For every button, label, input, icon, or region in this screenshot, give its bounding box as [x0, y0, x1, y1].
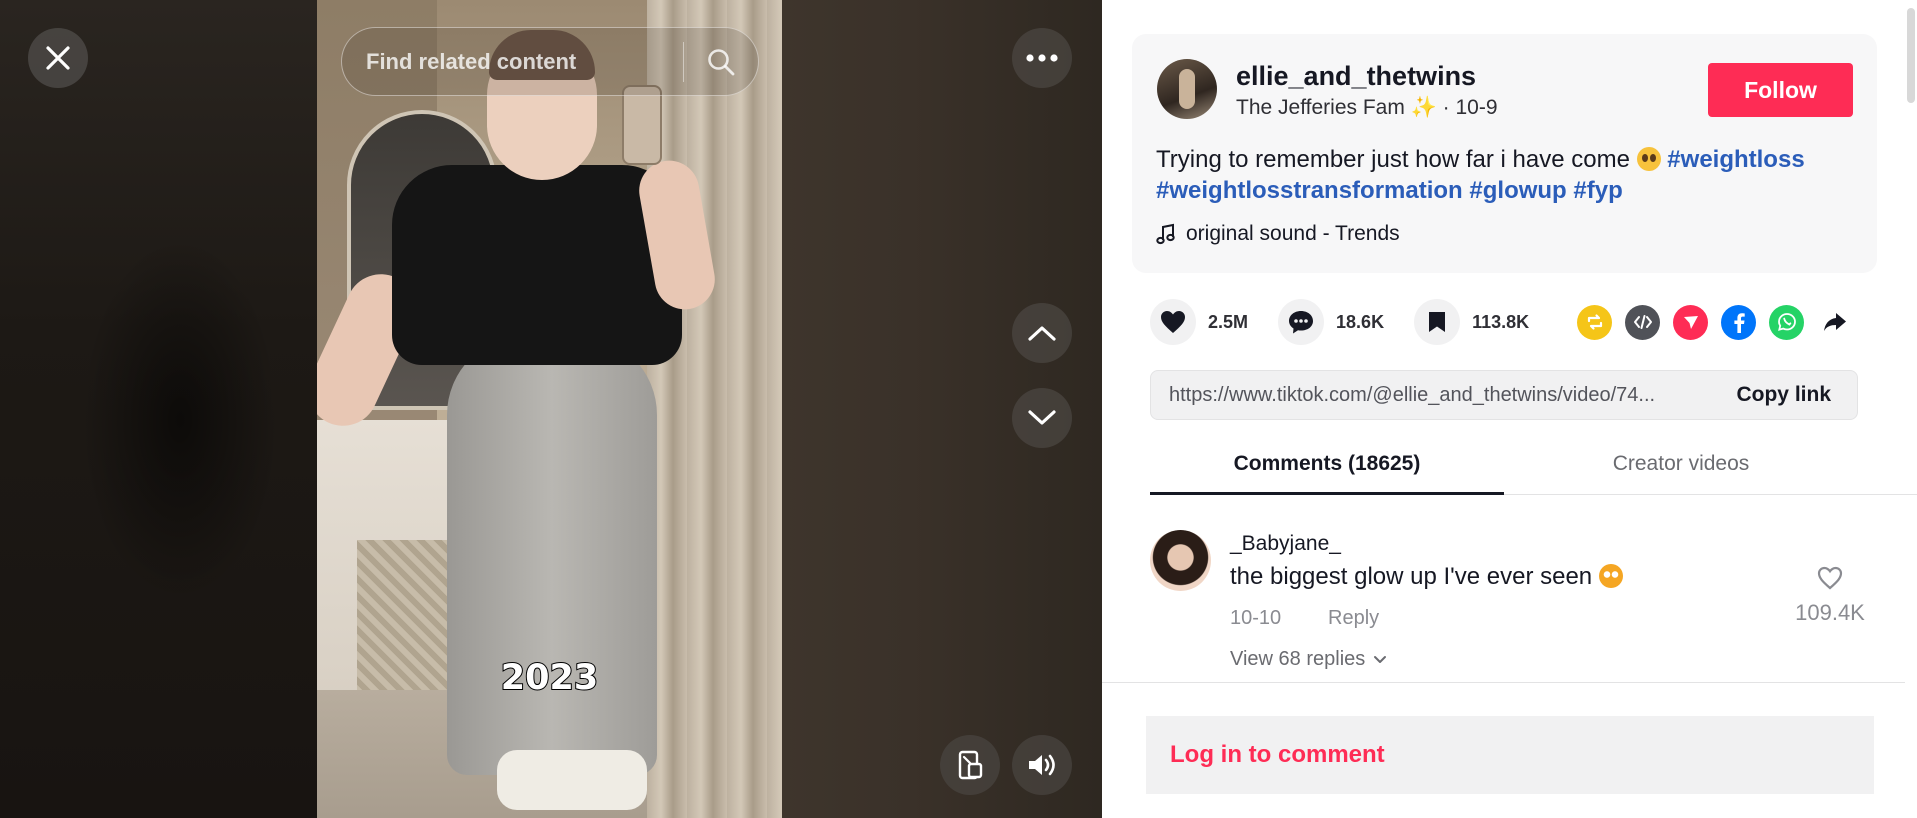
video-blur-background-left: [0, 0, 317, 818]
post-date: 10-9: [1455, 96, 1498, 119]
video-player[interactable]: 2023: [0, 0, 1102, 818]
video-description: Trying to remember just how far i have c…: [1156, 144, 1856, 206]
bookmark-icon: [1429, 312, 1446, 332]
reply-button[interactable]: Reply: [1328, 607, 1379, 630]
whatsapp-icon: [1777, 313, 1796, 331]
hashtag-link[interactable]: #glowup: [1469, 177, 1566, 204]
hashtag-link[interactable]: #weightlosstransformation: [1156, 177, 1463, 204]
facebook-icon: [1734, 313, 1745, 333]
volume-icon: [1029, 754, 1055, 776]
details-panel: ellie_and_thetwins The Jefferies Fam ✨ ·…: [1102, 0, 1917, 818]
description-text: Trying to remember just how far i have c…: [1156, 146, 1630, 173]
like-button[interactable]: 2.5M: [1150, 299, 1248, 345]
divider: [1102, 682, 1905, 683]
view-replies-button[interactable]: View 68 replies: [1230, 648, 1387, 671]
author-card: ellie_and_thetwins The Jefferies Fam ✨ ·…: [1132, 34, 1877, 273]
heart-icon: [1161, 311, 1185, 333]
chevron-up-icon: [1028, 326, 1056, 341]
embed-button[interactable]: [1625, 304, 1661, 340]
repost-icon: [1587, 314, 1602, 330]
video-link-box: https://www.tiktok.com/@ellie_and_thetwi…: [1150, 370, 1858, 420]
hashtag-link[interactable]: #fyp: [1573, 177, 1622, 204]
comment-like-button[interactable]: 109.4K: [1790, 565, 1870, 626]
panel-tabs: Comments (18625) Creator videos: [1150, 448, 1917, 495]
music-note-icon: [1156, 223, 1175, 245]
search-input[interactable]: [342, 28, 683, 95]
video-link-url[interactable]: https://www.tiktok.com/@ellie_and_thetwi…: [1151, 384, 1710, 407]
search-bar[interactable]: [341, 27, 759, 96]
previous-video-button[interactable]: [1012, 303, 1072, 363]
picture-in-picture-icon: [958, 750, 983, 780]
actions-row: 2.5M 18.6K 113.8K: [1150, 298, 1865, 346]
save-button[interactable]: 113.8K: [1414, 299, 1529, 345]
comment-button[interactable]: 18.6K: [1278, 299, 1384, 345]
more-dots-icon: [1026, 54, 1058, 62]
scrollbar-thumb[interactable]: [1907, 8, 1915, 103]
author-avatar[interactable]: [1157, 59, 1217, 119]
search-icon: [708, 48, 735, 75]
comment-text: the biggest glow up I've ever seen: [1230, 563, 1593, 590]
embed-icon: [1633, 315, 1652, 329]
more-options-button[interactable]: [1012, 28, 1072, 88]
close-icon: [46, 46, 70, 70]
save-count: 113.8K: [1472, 311, 1530, 332]
floating-player-button[interactable]: [940, 735, 1000, 795]
commenter-username[interactable]: _Babyjane_: [1230, 532, 1341, 556]
meta-separator: ·: [1442, 96, 1456, 119]
video-caption-text: 2023: [500, 657, 599, 699]
view-replies-label: View 68 replies: [1230, 648, 1366, 670]
volume-button[interactable]: [1012, 735, 1072, 795]
comment-item: _Babyjane_ the biggest glow up I've ever…: [1150, 530, 1880, 680]
hashtag-link[interactable]: #weightloss: [1667, 146, 1804, 173]
tab-creator-videos[interactable]: Creator videos: [1504, 448, 1858, 495]
share-facebook-button[interactable]: [1721, 304, 1757, 340]
heart-outline-icon: [1817, 566, 1843, 590]
comment-date: 10-10: [1230, 607, 1282, 629]
comment-count: 18.6K: [1336, 311, 1385, 332]
sound-label: original sound - Trends: [1186, 222, 1400, 245]
scrollbar-track[interactable]: [1905, 0, 1917, 818]
login-to-comment-button[interactable]: Log in to comment: [1146, 716, 1874, 794]
like-count: 2.5M: [1208, 311, 1249, 332]
comment-like-count: 109.4K: [1795, 600, 1865, 625]
comment-body: the biggest glow up I've ever seen: [1230, 563, 1623, 591]
copy-link-button[interactable]: Copy link: [1710, 383, 1857, 407]
pleading-face-emoji-icon: [1636, 147, 1661, 171]
send-to-friends-icon: [1683, 316, 1698, 329]
commenter-avatar[interactable]: [1150, 530, 1211, 591]
search-button[interactable]: [684, 28, 758, 95]
chevron-down-icon: [1374, 656, 1387, 663]
video-frame[interactable]: 2023: [317, 0, 782, 818]
repost-button[interactable]: [1577, 304, 1613, 340]
share-arrow-icon: [1823, 313, 1846, 331]
tab-comments[interactable]: Comments (18625): [1150, 448, 1504, 495]
next-video-button[interactable]: [1012, 388, 1072, 448]
close-button[interactable]: [28, 28, 88, 88]
chevron-down-icon: [1028, 410, 1056, 425]
comment-bubble-icon: [1289, 311, 1314, 334]
sound-link[interactable]: original sound - Trends: [1156, 222, 1400, 246]
more-share-button[interactable]: [1817, 305, 1852, 340]
author-meta: The Jefferies Fam ✨ · 10-9: [1236, 96, 1498, 120]
share-icons: [1577, 304, 1865, 340]
send-to-friends-button[interactable]: [1673, 304, 1709, 340]
author-username[interactable]: ellie_and_thetwins: [1236, 61, 1476, 92]
share-whatsapp-button[interactable]: [1769, 304, 1805, 340]
author-display-name: The Jefferies Fam ✨: [1236, 96, 1437, 119]
follow-button[interactable]: Follow: [1708, 63, 1853, 117]
flushed-face-emoji-icon: [1598, 564, 1623, 588]
